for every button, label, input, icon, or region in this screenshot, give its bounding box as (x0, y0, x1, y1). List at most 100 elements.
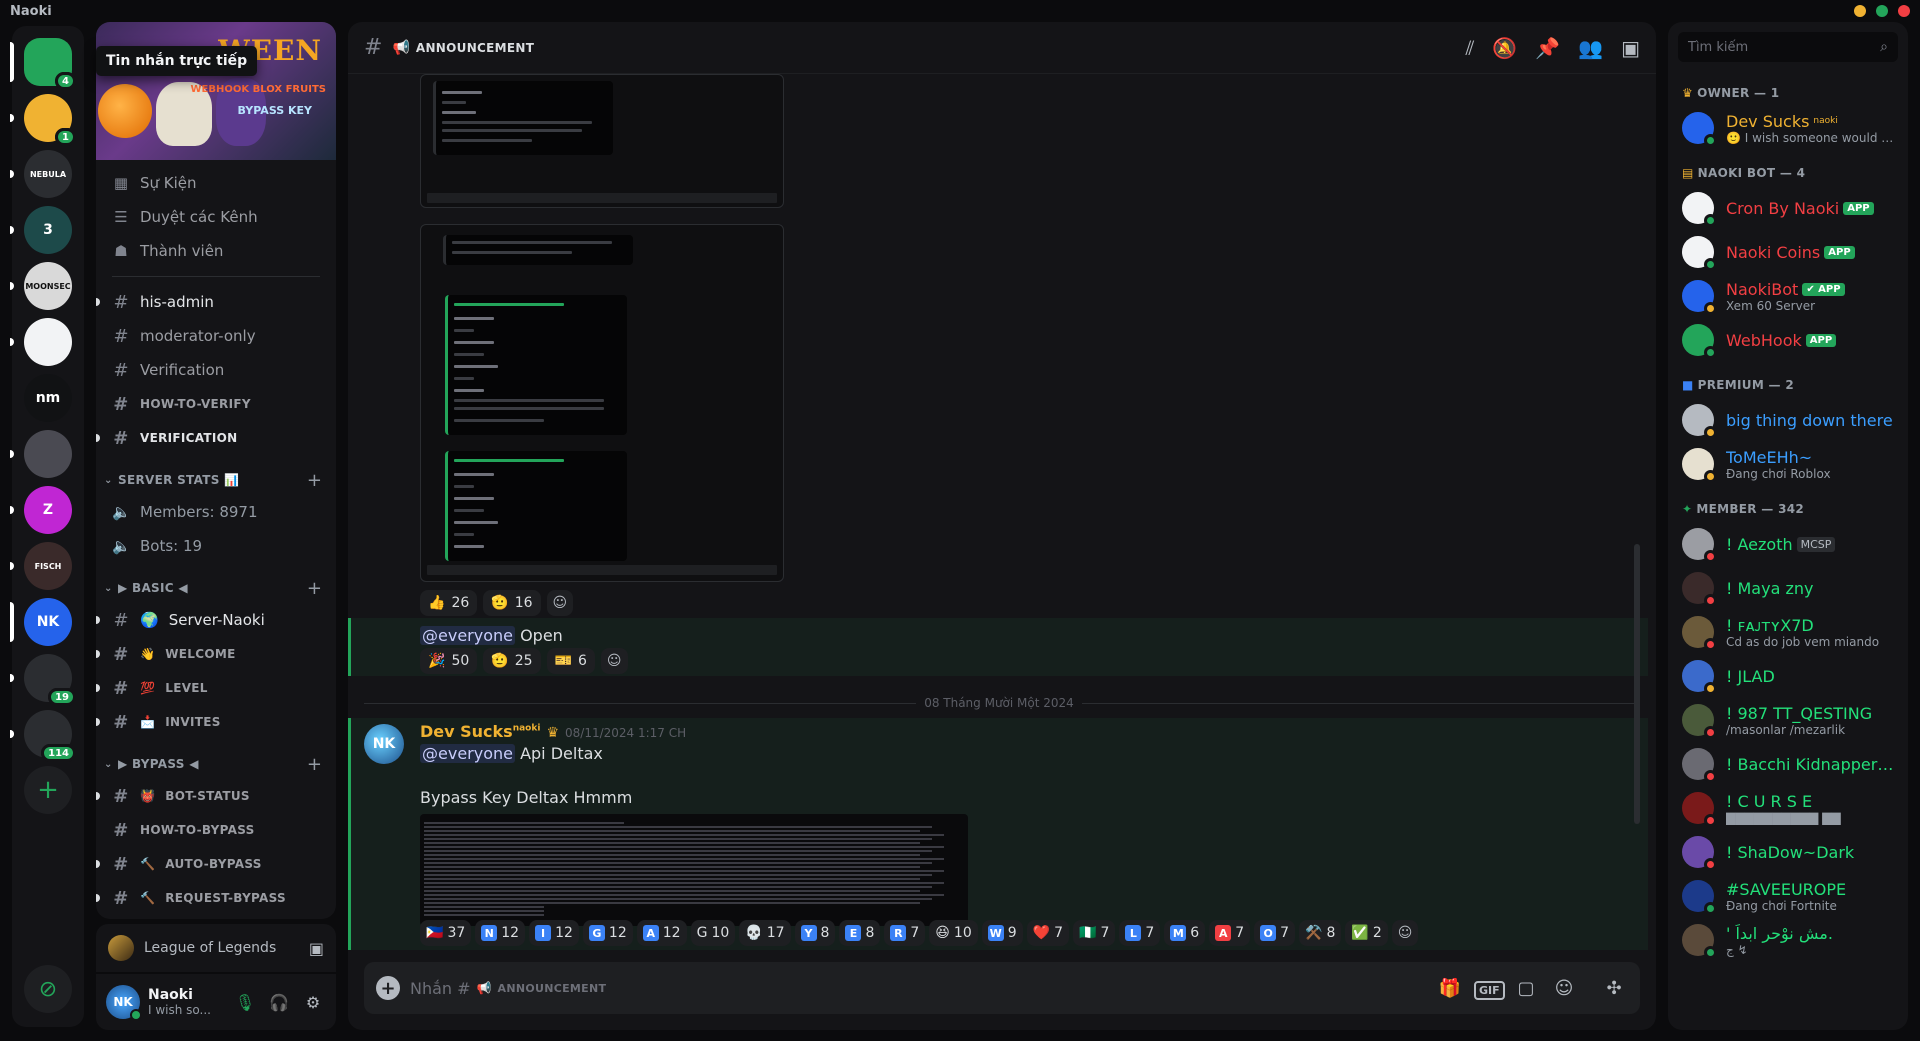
add-reaction-button[interactable]: ☺ (600, 648, 628, 674)
reaction-button[interactable]: 💀 17 (739, 920, 791, 946)
reaction-button[interactable]: 🫡 16 (483, 590, 541, 616)
gif-button[interactable]: GIF (1474, 978, 1505, 1000)
server-icon[interactable]: nm (24, 374, 72, 422)
scrollbar[interactable] (1634, 544, 1640, 824)
author-avatar[interactable]: NK (364, 724, 404, 764)
channel-item[interactable]: # 🌍 Server-Naoki (96, 603, 336, 637)
add-reaction-button[interactable]: ☺ (546, 590, 574, 616)
server-icon[interactable]: MOONSEC (10, 262, 72, 310)
emoji-icon[interactable]: ☺ (1550, 978, 1578, 999)
reaction-button[interactable]: E8 (839, 920, 881, 946)
reaction-button[interactable]: 🇳🇬 7 (1073, 920, 1116, 946)
server-icon[interactable]: 114114 (10, 710, 76, 762)
reaction-button[interactable]: ✅ 2 (1345, 920, 1388, 946)
reaction-button[interactable]: ❤️ 7 (1026, 920, 1070, 946)
add-channel-icon[interactable]: + (307, 578, 322, 599)
everyone-mention[interactable]: @everyone (420, 626, 515, 645)
reaction-button[interactable]: Y8 (794, 920, 836, 946)
gift-icon[interactable]: 🎁 (1436, 978, 1464, 999)
member-item[interactable]: ' مش نوْحر ابداً. ج ↯ (1668, 918, 1908, 962)
attachment-image[interactable] (420, 814, 968, 926)
reaction-button[interactable]: 🎫 6 (546, 648, 595, 674)
category-bypass[interactable]: ⌄ ▶ BYPASS ◀ + (96, 749, 336, 779)
deafen-icon[interactable]: 🎧 (266, 993, 292, 1012)
member-item[interactable]: Dev Sucks naoki 🙂 I wish someone would gif… (1668, 106, 1908, 150)
member-list-icon[interactable]: 👥 (1578, 36, 1603, 60)
reaction-button[interactable]: L7 (1119, 920, 1161, 946)
reaction-button[interactable]: I 12 (529, 920, 579, 946)
member-item[interactable]: ! ShaDow~Dark (1668, 830, 1908, 874)
close-button[interactable] (1898, 5, 1910, 17)
member-item[interactable]: NaokiBot ✔ APP Xem 60 Server (1668, 274, 1908, 318)
server-icon[interactable] (10, 430, 72, 478)
channel-item[interactable]: # 💯 LEVEL (96, 671, 336, 705)
message-input[interactable]: Nhắn # 📢 ANNOUNCEMENT (410, 979, 1426, 998)
reaction-button[interactable]: G 10 (690, 920, 736, 946)
member-item[interactable]: WebHook APP (1668, 318, 1908, 362)
threads-icon[interactable]: ⫽ (1465, 36, 1474, 60)
pin-icon[interactable]: 📌 (1535, 36, 1560, 60)
activity-panel[interactable]: League of Legends ▣ (96, 924, 336, 972)
attach-plus-icon[interactable]: + (376, 976, 400, 1000)
reaction-button[interactable]: M6 (1164, 920, 1206, 946)
reaction-button[interactable]: N 12 (475, 920, 526, 946)
channel-item[interactable]: # 👋 WELCOME (96, 637, 336, 671)
author-name[interactable]: Dev Sucksnaoki (420, 722, 540, 741)
reaction-button[interactable]: 👍 26 (420, 590, 478, 616)
user-info[interactable]: Naoki I wish so... (148, 987, 224, 1017)
member-item[interactable]: big thing down there (1668, 398, 1908, 442)
screen-share-icon[interactable]: ▣ (309, 939, 324, 958)
reaction-button[interactable]: 🫡 25 (483, 648, 541, 674)
embed-image[interactable] (420, 74, 784, 208)
mute-mic-icon[interactable]: 🎙 (232, 993, 258, 1012)
member-item[interactable]: #SAVEEUROPE Đang chơi Fortnite (1668, 874, 1908, 918)
server-icon[interactable]: NEBULA (10, 150, 72, 198)
category-server-stats[interactable]: ⌄ SERVER STATS 📊 + (96, 465, 336, 495)
notification-bell-icon[interactable]: 🔕 (1492, 36, 1517, 60)
channel-item[interactable]: # HOW-TO-VERIFY (96, 387, 336, 421)
member-item[interactable]: ! Aezoth MCSP (1668, 522, 1908, 566)
member-item[interactable]: Cron By Naoki APP (1668, 186, 1908, 230)
server-icon[interactable] (10, 318, 72, 366)
reaction-button[interactable]: A7 (1209, 920, 1251, 946)
channel-item[interactable]: # HOW-TO-BYPASS (96, 813, 336, 847)
member-item[interactable]: ! ꜰᴀᴊᴛʏX7D Cd as do job vem miando (1668, 610, 1908, 654)
reaction-button[interactable]: O7 (1254, 920, 1296, 946)
nav-calendar[interactable]: ▦ Sự Kiện (96, 166, 336, 200)
member-item[interactable]: ! JLAD (1668, 654, 1908, 698)
reaction-button[interactable]: 😆 10 (929, 920, 978, 946)
channel-item[interactable]: # 👹 BOT-STATUS (96, 779, 336, 813)
reaction-button[interactable]: 🇵🇭 37 (420, 920, 472, 946)
server-icon[interactable]: 44 (10, 38, 76, 90)
apps-icon[interactable]: ✣ (1600, 978, 1628, 999)
reaction-button[interactable]: 🎉 50 (420, 648, 478, 674)
channel-item[interactable]: # 📩 INVITES (96, 705, 336, 739)
server-icon[interactable]: NK (10, 598, 72, 646)
member-item[interactable]: ! Maya zny (1668, 566, 1908, 610)
member-item[interactable]: Naoki Coins APP (1668, 230, 1908, 274)
server-icon[interactable]: FISCH (10, 542, 72, 590)
server-icon[interactable]: Z (10, 486, 72, 534)
channel-item[interactable]: # his-admin (96, 285, 336, 319)
reaction-button[interactable]: A 12 (636, 920, 687, 946)
settings-gear-icon[interactable]: ⚙ (300, 993, 326, 1012)
reaction-button[interactable]: G 12 (582, 920, 633, 946)
reaction-button[interactable]: W9 (981, 920, 1023, 946)
channel-item[interactable]: # VERIFICATION (96, 421, 336, 455)
voice-channel-members[interactable]: 🔈 Members: 8971 (96, 495, 336, 529)
search-input[interactable]: Tìm kiếm ⌕ (1678, 32, 1898, 62)
add-reaction-button[interactable]: ☺ (1391, 920, 1419, 946)
maximize-button[interactable] (1876, 5, 1888, 17)
add-server-button[interactable]: + (24, 766, 72, 814)
nav-members[interactable]: ☗ Thành viên (96, 234, 336, 268)
member-item[interactable]: ToMeEHh~ Đang chơi Roblox (1668, 442, 1908, 486)
channel-item[interactable]: # 🔨 REQUEST-BYPASS (96, 881, 336, 915)
category-basic[interactable]: ⌄ ▶ BASIC ◀ + (96, 573, 336, 603)
add-channel-icon[interactable]: + (307, 754, 322, 775)
nav-browse-channels[interactable]: ☰ Duyệt các Kênh (96, 200, 336, 234)
avatar[interactable]: NK (106, 985, 142, 1021)
message-list[interactable]: 👍 26 🫡 16 ☺ @everyone Open 🎉 50 🫡 25 🎫 6 ☺ 08 Thán… (348, 74, 1648, 950)
discover-button[interactable]: ⊘ (24, 965, 72, 1013)
server-icon[interactable]: 1919 (10, 654, 76, 706)
server-icon[interactable]: 3 (10, 206, 72, 254)
